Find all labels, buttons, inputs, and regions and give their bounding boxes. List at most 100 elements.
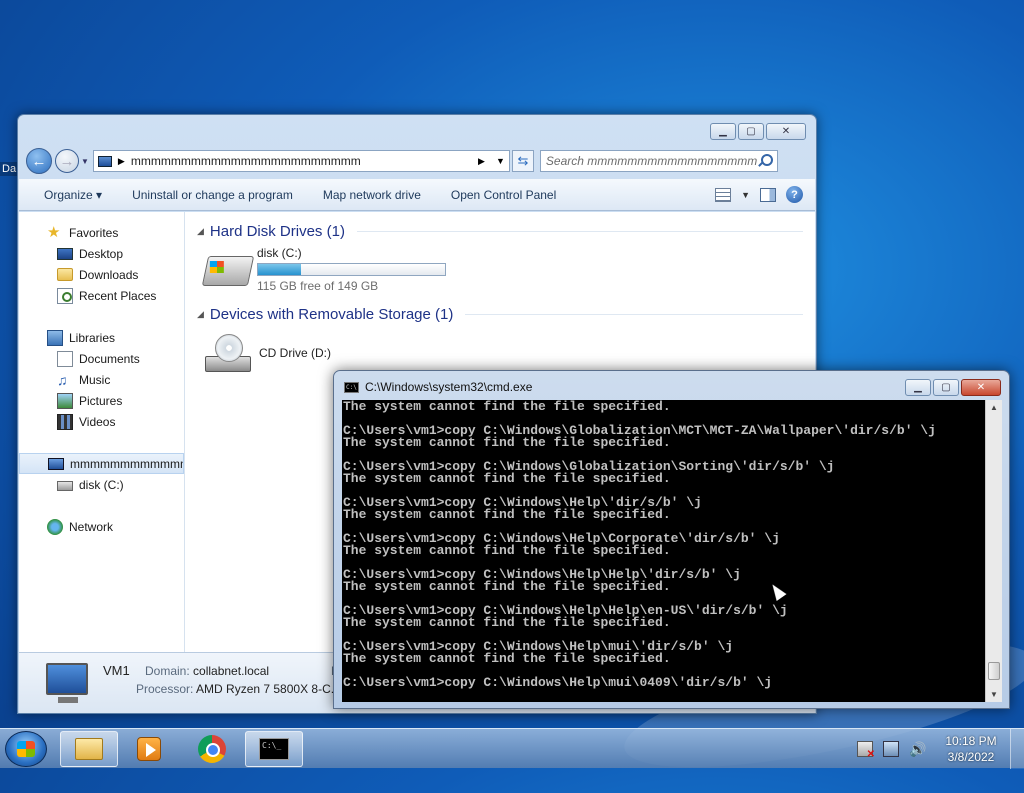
console-output[interactable]: The system cannot find the file specifie… (342, 400, 985, 702)
domain-label: Domain: (145, 664, 190, 678)
scroll-up-icon[interactable]: ▲ (986, 400, 1002, 415)
nav-label: Desktop (79, 246, 124, 261)
taskbar-media-player-button[interactable] (120, 731, 178, 767)
cmd-titlebar[interactable]: C:\ C:\Windows\system32\cmd.exe (344, 380, 532, 394)
taskbar-chrome-button[interactable] (183, 731, 241, 767)
volume-icon[interactable]: 🔊 (909, 741, 926, 757)
desktop-icon (57, 247, 73, 260)
drive-d-name: CD Drive (D:) (259, 346, 331, 360)
address-dropdown-icon[interactable]: ▼ (490, 156, 509, 166)
clock[interactable]: 10:18 PM 3/8/2022 (936, 733, 1006, 765)
nav-videos[interactable]: Videos (19, 411, 184, 432)
clock-date: 3/8/2022 (947, 750, 995, 764)
nav-favorites[interactable]: ★ Favorites (19, 222, 184, 243)
domain-row: Domain: collabnet.local (145, 664, 269, 678)
nav-network[interactable]: Network (19, 516, 184, 537)
cd-drive-icon (205, 334, 251, 376)
address-bar[interactable]: ▶ mmmmmmmmmmmmmmmmmmmmmmm ▶ ▼ (92, 150, 510, 172)
organize-button[interactable]: Organize ▾ (44, 188, 117, 202)
command-bar: Organize ▾ Uninstall or change a program… (19, 179, 815, 211)
maximize-button[interactable]: ▢ (738, 123, 764, 140)
group-header-removable[interactable]: ◢ Devices with Removable Storage (1) (197, 303, 803, 325)
maximize-button[interactable]: ▢ (933, 379, 959, 396)
action-center-flag-icon[interactable] (857, 741, 875, 760)
network-tray-icon[interactable] (883, 741, 899, 757)
drive-c-name: disk (C:) (257, 246, 302, 260)
windows-drive-icon (201, 256, 255, 286)
windows-logo-icon (209, 261, 224, 273)
network-icon (47, 518, 63, 535)
show-desktop-button[interactable] (1010, 729, 1024, 769)
search-input[interactable]: Search mmmmmmmmmmmmmmmmmm... (539, 150, 778, 172)
nav-computer[interactable]: mmmmmmmmmmmmmmmm (19, 453, 184, 474)
group-title: Devices with Removable Storage (1) (209, 305, 454, 323)
scroll-down-icon[interactable]: ▼ (986, 687, 1002, 702)
system-tray: 🔊 10:18 PM 3/8/2022 (852, 729, 1024, 769)
taskbar-cmd-button[interactable]: C:\_ (245, 731, 303, 767)
nav-label: Libraries (69, 330, 116, 345)
group-divider (465, 313, 803, 315)
close-button[interactable]: ✕ (961, 379, 1001, 396)
videos-icon (57, 413, 73, 430)
breadcrumb-arrow-icon[interactable]: ▶ (478, 156, 485, 167)
start-button[interactable] (5, 731, 47, 767)
drive-c-tile[interactable]: disk (C:) 115 GB free of 149 GB (201, 246, 446, 293)
minimize-button[interactable]: ▁ (710, 123, 736, 140)
music-icon: ♫ (57, 371, 68, 388)
scroll-thumb[interactable] (988, 662, 1000, 680)
navigation-pane: ★ Favorites Desktop Downloads Recent Plac… (19, 212, 185, 652)
libraries-icon (47, 329, 63, 346)
nav-recent-places[interactable]: Recent Places (19, 285, 184, 306)
preview-pane-icon[interactable] (760, 187, 776, 202)
computer-name: VM1 (103, 663, 130, 678)
nav-libraries[interactable]: Libraries (19, 327, 184, 348)
forward-button[interactable]: → (55, 149, 79, 173)
desktop-icon-label[interactable]: Da (0, 162, 19, 176)
processor-row: Processor: AMD Ryzen 7 5800X 8-C... (136, 682, 341, 696)
map-network-drive-button[interactable]: Map network drive (323, 188, 436, 202)
console-line: The system cannot find the file specifie… (343, 651, 671, 666)
open-control-panel-button[interactable]: Open Control Panel (451, 188, 571, 202)
refresh-button[interactable]: ⇆ (511, 150, 534, 172)
computer-icon (97, 155, 112, 167)
documents-icon (57, 350, 73, 367)
breadcrumb-computer[interactable]: mmmmmmmmmmmmmmmmmmmmmmm (131, 154, 472, 168)
explorer-folder-icon (75, 738, 103, 760)
drive-c-info: disk (C:) 115 GB free of 149 GB (257, 246, 446, 293)
breadcrumb-arrow-icon[interactable]: ▶ (118, 156, 125, 167)
console-line: The system cannot find the file specifie… (343, 543, 671, 558)
downloads-folder-icon (57, 268, 73, 281)
nav-downloads[interactable]: Downloads (19, 264, 184, 285)
cmd-window-controls: ▁ ▢ ✕ (905, 379, 1001, 396)
drive-d-tile[interactable]: CD Drive (D:) (205, 334, 331, 376)
processor-value: AMD Ryzen 7 5800X 8-C... (196, 682, 341, 696)
help-icon[interactable]: ? (786, 186, 803, 203)
search-icon[interactable] (757, 153, 773, 169)
collapse-triangle-icon[interactable]: ◢ (197, 226, 204, 237)
nav-desktop[interactable]: Desktop (19, 243, 184, 264)
explorer-window-controls: ▁ ▢ ✕ (710, 123, 806, 140)
nav-pictures[interactable]: Pictures (19, 390, 184, 411)
nav-label: disk (C:) (79, 477, 124, 492)
group-header-hard-disks[interactable]: ◢ Hard Disk Drives (1) (197, 220, 803, 242)
nav-documents[interactable]: Documents (19, 348, 184, 369)
close-button[interactable]: ✕ (766, 123, 806, 140)
nav-disk-c[interactable]: disk (C:) (19, 474, 184, 495)
cd-disc (215, 334, 243, 362)
back-button[interactable]: ← (26, 148, 52, 174)
change-view-icon[interactable] (715, 187, 732, 202)
capacity-fill (258, 264, 301, 275)
nav-music[interactable]: ♫ Music (19, 369, 184, 390)
taskbar-explorer-button[interactable] (60, 731, 118, 767)
view-dropdown-icon[interactable]: ▼ (741, 190, 750, 200)
cmd-window: C:\ C:\Windows\system32\cmd.exe ▁ ▢ ✕ Th… (333, 370, 1010, 709)
uninstall-program-button[interactable]: Uninstall or change a program (132, 188, 308, 202)
minimize-button[interactable]: ▁ (905, 379, 931, 396)
pictures-icon (57, 392, 73, 409)
recent-pages-dropdown-icon[interactable]: ▼ (81, 157, 89, 166)
collapse-triangle-icon[interactable]: ◢ (197, 309, 204, 320)
chrome-icon (198, 735, 226, 763)
console-scrollbar[interactable]: ▲ ▼ (985, 400, 1002, 702)
